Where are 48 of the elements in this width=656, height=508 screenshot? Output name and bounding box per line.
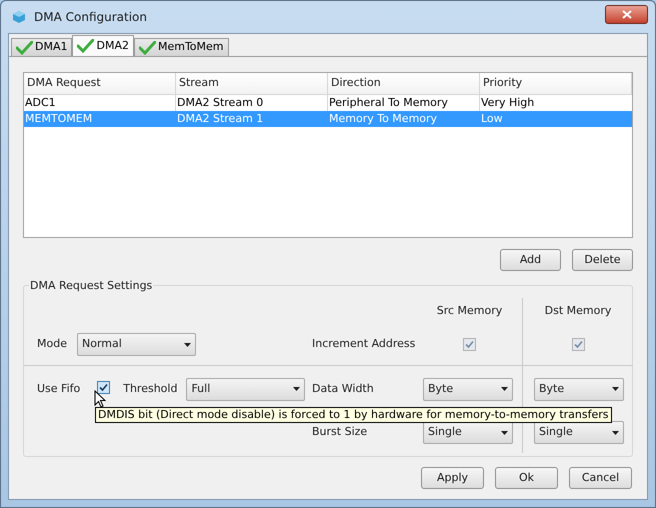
use-fifo-label: Use Fifo [37,380,80,397]
caret-icon [184,342,191,346]
column-header[interactable]: Stream [176,73,328,94]
column-header[interactable]: DMA Request [24,73,176,94]
button[interactable]: Ok [495,467,558,489]
tooltip: DMDIS bit (Direct mode disable) is forced to 1 by hardware for memory-to-memory transfers [95,407,612,423]
field-label: Data Width [312,380,374,397]
mouse-pointer-icon [94,390,106,408]
close-icon [622,10,632,18]
dropdown[interactable]: Normal [76,333,196,356]
table-cell-text: Very High [480,95,536,111]
cube-icon [12,10,26,24]
caret-icon [501,430,508,434]
column-header[interactable]: Priority [480,73,632,94]
field-label: Increment Address [312,336,416,352]
caret-icon [612,430,619,434]
caret-icon [612,387,619,391]
mode-label: Mode [37,336,67,352]
dropdown[interactable]: Single [534,421,624,444]
window-title: DMA Configuration [34,9,147,26]
group-title: DMA Request Settings [29,278,154,294]
dropdown[interactable]: Byte [423,378,513,400]
dropdown[interactable]: Full [186,378,306,400]
close-button[interactable] [605,4,648,24]
checkmark-icon [138,40,156,54]
button[interactable]: Cancel [569,467,632,489]
column-label: Dst Memory [544,302,612,319]
column-label: Src Memory [436,302,502,319]
button[interactable]: Apply [421,467,484,489]
tab[interactable]: MemToMem [134,38,228,56]
dropdown[interactable]: Single [423,421,513,444]
table-cell-text: Low [480,111,504,127]
field-label: Burst Size [312,424,368,440]
tab[interactable]: DMA2 [72,35,134,56]
table-cell: DMA2 Stream 1 [176,111,328,127]
caret-icon [501,387,508,391]
checkmark-icon [16,40,33,54]
checkbox[interactable] [97,380,110,394]
tab[interactable]: DMA1 [11,38,72,56]
button[interactable]: Delete [572,249,633,271]
column-header[interactable]: Direction [328,73,480,94]
table-cell: MEMTOMEM [24,111,176,127]
threshold-label: Threshold [123,380,178,397]
caret-icon [293,387,300,391]
dropdown[interactable]: Byte [534,378,624,400]
checkmark-icon [77,39,94,53]
button[interactable]: Add [500,249,561,271]
table-cell: Memory To Memory [328,111,480,127]
